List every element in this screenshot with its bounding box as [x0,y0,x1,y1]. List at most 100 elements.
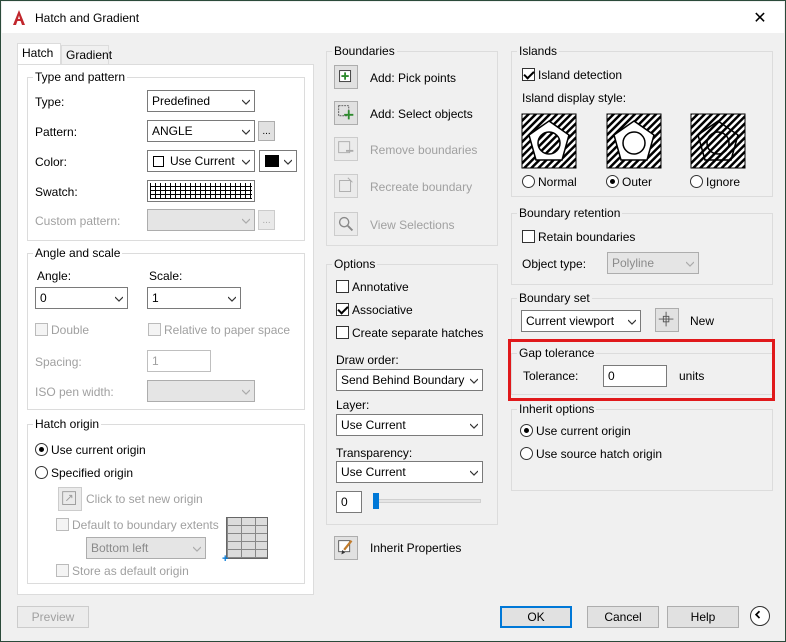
island-normal-preview-icon[interactable] [521,113,577,169]
boundary-set-dropdown[interactable]: Current viewport [521,310,641,332]
ok-button[interactable]: OK [500,606,572,628]
help-button[interactable]: Help [667,606,739,628]
default-boundary-extents-label: Default to boundary extents [72,518,219,532]
use-current-origin-label: Use current origin [51,443,146,457]
title-bar: Hatch and Gradient ✕ [2,2,784,33]
boundary-set-group-label: Boundary set [517,291,592,305]
inherit-use-source-radio[interactable] [520,447,533,460]
store-default-origin-checkbox[interactable] [56,564,69,577]
relative-paper-space-checkbox[interactable] [148,323,161,336]
swatch-label: Swatch: [35,185,78,199]
scale-dropdown[interactable]: 1 [147,287,241,309]
retain-boundaries-checkbox[interactable] [522,230,535,243]
boundaries-group-label: Boundaries [332,44,397,58]
draw-order-dropdown[interactable]: Send Behind Boundary [336,369,483,391]
pick-points-label[interactable]: Add: Pick points [370,71,456,85]
autocad-app-icon [13,10,25,25]
object-type-dropdown[interactable]: Polyline [607,252,699,274]
recreate-boundary-icon [339,177,353,192]
recreate-boundary-button[interactable] [334,174,358,198]
tab-hatch-label: Hatch [22,46,54,60]
layer-value: Use Current [341,418,406,432]
chevron-down-icon [242,389,250,395]
remove-boundaries-label[interactable]: Remove boundaries [370,143,477,157]
collapse-options-button[interactable] [750,606,770,626]
chevron-down-icon [284,159,292,165]
extent-position-dropdown[interactable]: Bottom left [86,537,206,559]
island-display-style-label: Island display style: [522,91,627,105]
select-objects-button[interactable] [334,101,358,125]
spacing-input[interactable]: 1 [147,350,211,372]
type-label: Type: [35,95,65,109]
draw-order-value: Send Behind Boundary [341,373,465,387]
set-origin-button[interactable] [58,487,82,511]
inherit-use-current-radio[interactable] [520,424,533,437]
options-group-label: Options [332,257,378,271]
pattern-browse-button[interactable]: ... [258,121,275,141]
double-checkbox[interactable] [35,323,48,336]
separate-hatches-label: Create separate hatches [352,326,484,340]
color-value: Use Current [170,154,235,168]
angle-value: 0 [40,291,47,305]
object-type-label: Object type: [522,257,587,271]
island-ignore-preview-icon[interactable] [690,113,746,169]
angle-label: Angle: [37,269,72,283]
close-button[interactable]: ✕ [737,2,783,33]
separate-hatches-checkbox[interactable] [336,326,349,339]
default-boundary-extents-checkbox[interactable] [56,518,69,531]
custom-pattern-dropdown[interactable] [147,209,255,231]
select-objects-label[interactable]: Add: Select objects [370,107,473,121]
island-ignore-radio[interactable] [690,175,703,188]
tab-gradient-label: Gradient [66,48,113,62]
island-outer-radio[interactable] [606,175,619,188]
associative-checkbox[interactable] [336,303,349,316]
inherit-use-current-label: Use current origin [536,424,631,438]
angle-pattern-icon [150,183,252,199]
island-normal-label: Normal [538,175,577,189]
recreate-boundary-label[interactable]: Recreate boundary [370,180,472,194]
island-detection-checkbox[interactable] [522,68,535,81]
pattern-dropdown[interactable]: ANGLE [147,120,255,142]
inherit-properties-label[interactable]: Inherit Properties [370,541,461,555]
magnifier-icon [338,216,354,232]
transparency-dropdown[interactable]: Use Current [336,461,483,483]
layer-dropdown[interactable]: Use Current [336,414,483,436]
tab-hatch[interactable]: Hatch [17,43,61,65]
cancel-button[interactable]: Cancel [587,606,659,628]
retain-boundaries-label: Retain boundaries [538,230,636,244]
iso-pen-width-dropdown[interactable] [147,380,255,402]
boundary-retention-group-label: Boundary retention [517,206,623,220]
remove-boundaries-icon [338,141,354,154]
preview-button[interactable]: Preview [17,606,89,628]
island-outer-preview-icon[interactable] [606,113,662,169]
pick-points-button[interactable] [334,65,358,89]
island-ignore-label: Ignore [706,175,741,189]
pattern-label: Pattern: [35,125,78,139]
specified-origin-radio[interactable] [35,466,48,479]
view-selections-label[interactable]: View Selections [370,218,455,232]
color-dropdown[interactable]: Use Current [147,150,255,172]
angle-dropdown[interactable]: 0 [35,287,128,309]
relative-paper-space-label: Relative to paper space [164,323,291,337]
new-boundary-set-button[interactable] [655,308,679,332]
remove-boundaries-button[interactable] [334,137,358,161]
use-current-origin-radio[interactable] [35,443,48,456]
chevron-down-icon [470,423,478,429]
transparency-slider-track[interactable] [373,499,481,503]
chevron-down-icon [193,546,201,552]
transparency-slider-thumb[interactable] [373,493,379,509]
annotative-checkbox[interactable] [336,280,349,293]
tab-gradient[interactable]: Gradient [61,45,113,65]
type-dropdown[interactable]: Predefined [147,90,255,112]
view-selections-button[interactable] [334,212,358,236]
transparency-amount-input[interactable]: 0 [336,491,362,513]
pattern-swatch-preview[interactable] [147,180,255,202]
inherit-properties-button[interactable] [334,536,358,560]
hatch-gradient-dialog: Hatch and Gradient ✕ Hatch Gradient Type… [0,0,786,642]
island-normal-radio[interactable] [522,175,535,188]
transparency-label: Transparency: [336,446,413,460]
origin-marker-icon: + [222,553,229,565]
custom-pattern-browse-button[interactable]: ... [258,210,275,230]
preview-label: Preview [31,610,75,624]
background-color-dropdown[interactable] [259,150,297,172]
